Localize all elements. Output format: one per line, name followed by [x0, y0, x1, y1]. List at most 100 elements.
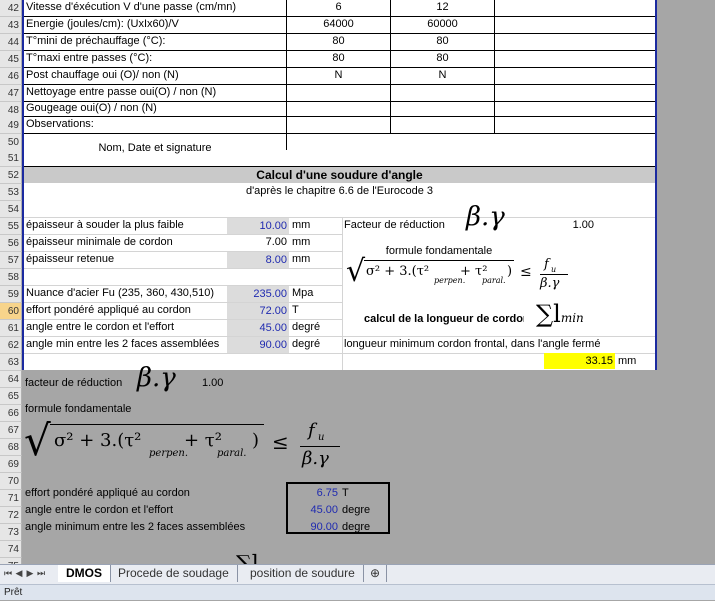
row-header[interactable]: 60 [0, 303, 22, 320]
row-label: formule fondamentale [25, 403, 132, 415]
sqrt-symbol: √ [24, 416, 51, 465]
input-retained-thickness[interactable]: 8.00 [227, 252, 289, 268]
formula-core: σ² + 3.(τ² [54, 430, 142, 451]
row-header[interactable]: 42 [0, 0, 22, 17]
row-header[interactable]: 50 [0, 134, 22, 151]
beta-gamma-symbol: β.γ [466, 202, 505, 232]
unit-label: degré [292, 321, 321, 333]
row-label: effort pondéré appliqué au cordon [25, 487, 190, 499]
tab-position-de-soudure[interactable]: position de soudure [242, 565, 364, 582]
spreadsheet-area: Vitesse d'éxécution V d'une passe (cm/mn… [0, 0, 715, 564]
row-header[interactable]: 59 [0, 286, 22, 303]
row-header[interactable]: 67 [0, 422, 22, 439]
formula-core: σ² + 3.(τ² [366, 264, 430, 279]
row-line [24, 133, 655, 134]
row-header[interactable]: 66 [0, 405, 22, 422]
first-sheet-icon[interactable]: ⏮ [3, 568, 13, 579]
reduction-factor-value: 1.00 [572, 219, 594, 231]
sum-l-sub: min [560, 311, 584, 325]
input-angle-faces[interactable]: 90.00 [227, 337, 289, 353]
row-header[interactable]: 57 [0, 252, 22, 269]
row-header[interactable]: 53 [0, 184, 22, 201]
value-cell[interactable]: 80 [287, 52, 390, 64]
value-cell[interactable]: N [391, 69, 494, 81]
dmos-sheet: Vitesse d'éxécution V d'une passe (cm/mn… [22, 0, 657, 370]
row-header[interactable]: 63 [0, 354, 22, 371]
row-header[interactable]: 52 [0, 167, 22, 184]
reduction-factor-value: 1.00 [202, 377, 224, 389]
row-header[interactable]: 58 [0, 269, 22, 286]
row-header[interactable]: 68 [0, 439, 22, 456]
row-header[interactable]: 55 [0, 218, 22, 235]
fu-sub: u [551, 265, 557, 274]
row-label: angle entre le cordon et l'effort [26, 321, 175, 333]
row-header[interactable]: 45 [0, 51, 22, 68]
row-header[interactable]: 71 [0, 490, 22, 507]
perpen-sub: perpen. [149, 448, 189, 459]
row-header[interactable]: 69 [0, 456, 22, 473]
section-subtitle: d'après le chapitre 6.6 de l'Eurocode 3 [245, 185, 434, 197]
row-header[interactable]: 64 [0, 371, 22, 388]
unit-label: T [342, 487, 349, 499]
row-header[interactable]: 70 [0, 473, 22, 490]
fu-numerator: f [308, 420, 315, 441]
grid-line [24, 302, 342, 303]
insert-sheet-icon[interactable]: ⊕ [364, 565, 388, 582]
input-steel-grade[interactable]: 235.00 [227, 286, 289, 302]
row-header[interactable]: 44 [0, 34, 22, 51]
sum-l-symbol: ∑lmin [536, 300, 584, 328]
row-header[interactable]: 47 [0, 85, 22, 102]
tab-procede-de-soudage[interactable]: Procede de soudage [110, 565, 238, 582]
fu-denominator: β.γ [540, 276, 560, 291]
value-cell[interactable]: 6 [287, 1, 390, 13]
grid-line [24, 251, 342, 252]
row-label: Vitesse d'éxécution V d'une passe (cm/mn… [26, 1, 237, 13]
value-cell[interactable]: 60000 [391, 18, 494, 30]
row-header[interactable]: 74 [0, 541, 22, 558]
value-cell[interactable]: N [287, 69, 390, 81]
grid-line [24, 285, 342, 286]
paral-sub: paral. [217, 448, 247, 459]
effort-value[interactable]: 6.75 [290, 487, 338, 499]
prev-sheet-icon[interactable]: ◀ [14, 568, 24, 579]
row-header[interactable]: 72 [0, 507, 22, 524]
result-min-length[interactable]: 33.15 [544, 353, 615, 369]
row-header[interactable]: 46 [0, 68, 22, 85]
value-cell[interactable]: 80 [287, 35, 390, 47]
sum-l-symbol-partial: ∑l [236, 552, 259, 564]
value-cell[interactable]: 80 [391, 52, 494, 64]
angle-effort-value[interactable]: 45.00 [290, 504, 338, 516]
unit-label: Mpa [292, 287, 314, 299]
row-header[interactable]: 61 [0, 320, 22, 337]
row-header[interactable]: 49 [0, 117, 22, 134]
leq-symbol: ≤ [520, 264, 532, 280]
fundamental-formula-label: formule fondamentale [385, 245, 493, 257]
row-header[interactable]: 51 [0, 150, 22, 167]
input-effort[interactable]: 72.00 [227, 303, 289, 319]
angle-faces-value[interactable]: 90.00 [290, 521, 338, 533]
fu-sub: u [318, 432, 325, 443]
grid-line [24, 336, 655, 337]
value-cell[interactable]: 12 [391, 1, 494, 13]
row-header[interactable]: 62 [0, 337, 22, 354]
beta-gamma-symbol: β.γ [137, 363, 176, 393]
next-sheet-icon[interactable]: ▶ [25, 568, 35, 579]
row-label: Gougeage oui(O) / non (N) [26, 102, 157, 114]
fu-numerator: f [544, 257, 549, 272]
row-header[interactable]: 43 [0, 17, 22, 34]
row-header[interactable]: 54 [0, 201, 22, 218]
row-line [24, 67, 655, 68]
input-angle-effort[interactable]: 45.00 [227, 320, 289, 336]
last-sheet-icon[interactable]: ⏭ [36, 568, 46, 579]
value-cell[interactable]: 64000 [287, 18, 390, 30]
row-label: effort pondéré appliqué au cordon [26, 304, 191, 316]
row-header[interactable]: 56 [0, 235, 22, 252]
tab-dmos[interactable]: DMOS [58, 565, 111, 582]
row-header[interactable]: 65 [0, 388, 22, 405]
row-line [24, 16, 655, 17]
unit-label: degre [342, 504, 371, 516]
input-thickness[interactable]: 10.00 [227, 218, 289, 234]
row-header[interactable]: 73 [0, 524, 22, 541]
formula-close: ) [252, 430, 260, 451]
value-cell[interactable]: 80 [391, 35, 494, 47]
